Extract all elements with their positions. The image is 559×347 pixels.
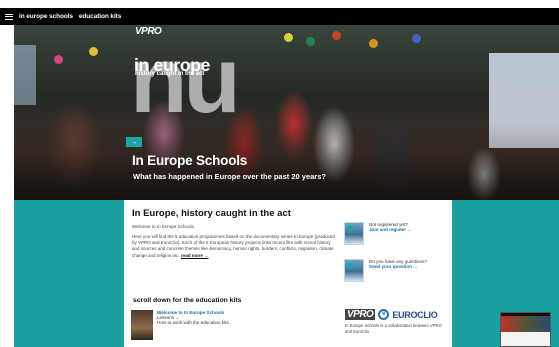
hero-subtitle: What has happened in Europe over the pas… — [133, 172, 326, 181]
nav-link-in-europe-schools[interactable]: in europe schools — [19, 13, 73, 20]
kits-heading: scroll down for the education kits — [133, 297, 242, 304]
vpro-partner-logo[interactable]: VPRO — [345, 309, 376, 320]
nav-link-education-kits[interactable]: education kits — [79, 13, 121, 20]
partner-logos: VPRO e EUROCLIO — [345, 309, 438, 320]
page-heading: In Europe, history caught in the act — [132, 208, 291, 219]
hero-arrow-button[interactable]: → — [126, 137, 142, 147]
arrow-right-icon: → — [130, 138, 138, 146]
page-preview-thumbnail[interactable] — [500, 312, 551, 347]
hamburger-icon[interactable] — [5, 13, 13, 20]
questions-link[interactable]: Send your question → — [369, 264, 427, 269]
questions-thumbnail — [344, 259, 364, 282]
brand-subtitle: history caught in the act — [135, 71, 205, 77]
kit-thumbnail[interactable] — [131, 310, 153, 340]
arrow-icon — [347, 226, 353, 231]
hero-title: In Europe Schools — [132, 153, 248, 168]
kit-text: Welcome to In Europe Schools Lessons → H… — [157, 310, 229, 340]
preview-image — [501, 316, 550, 332]
preview-text — [501, 332, 550, 346]
intro-body: Here you will find the 5 education progr… — [132, 234, 335, 258]
register-text: Not registered yet? Join and register → — [369, 222, 412, 245]
register-thumbnail — [344, 222, 364, 245]
kit-item[interactable]: Welcome to In Europe Schools Lessons → H… — [131, 310, 229, 340]
top-nav: in europe schools education kits — [0, 8, 559, 25]
nu-logo-letters: nu — [130, 27, 241, 132]
partner-text: In Europe Schools is a collaboration bet… — [345, 323, 442, 334]
euroclio-logo-icon: e — [378, 309, 390, 320]
hero-banner: nu VPRO in europe history caught in the … — [14, 25, 559, 200]
vpro-logo[interactable]: VPRO — [135, 26, 162, 37]
register-link[interactable]: Join and register → — [369, 227, 412, 232]
intro-text: Here you will find the 5 education progr… — [132, 234, 337, 259]
arrow-icon — [347, 263, 353, 268]
euroclio-partner-logo[interactable]: EUROCLIO — [392, 310, 437, 320]
questions-link-block[interactable]: Do you have any questions? Send your que… — [344, 259, 444, 282]
read-more-link[interactable]: read more → — [181, 253, 209, 258]
questions-text: Do you have any questions? Send your que… — [369, 259, 427, 282]
register-link-block[interactable]: Not registered yet? Join and register → — [344, 222, 444, 245]
kit-description: How to work with the education kits — [157, 320, 229, 325]
